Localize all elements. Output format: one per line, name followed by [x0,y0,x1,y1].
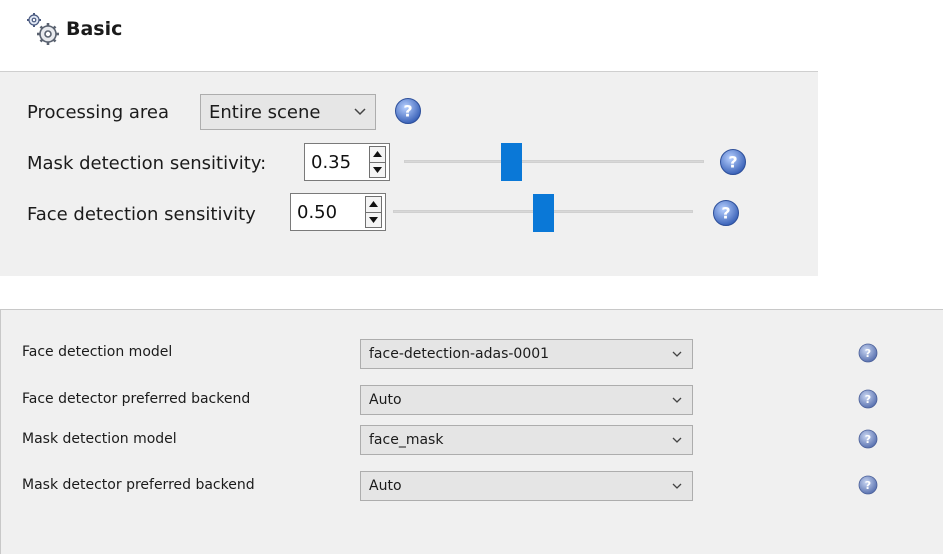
mask-detection-model-value: face_mask [369,432,444,448]
gears-icon [24,11,60,47]
chevron-down-icon [672,483,682,489]
mask-sensitivity-spinbox[interactable]: 0.35 [304,143,390,181]
face-detection-model-value: face-detection-adas-0001 [369,346,550,362]
svg-text:?: ? [865,479,871,492]
face-detector-backend-label: Face detector preferred backend [22,391,251,407]
face-detector-backend-value: Auto [369,392,402,408]
help-icon[interactable]: ? [858,343,878,363]
section-title: Basic [66,18,123,40]
processing-area-label: Processing area [27,102,169,123]
processing-area-value: Entire scene [209,101,321,123]
face-sensitivity-label: Face detection sensitivity [27,204,256,225]
face-detection-model-dropdown[interactable]: face-detection-adas-0001 [360,339,693,369]
svg-text:?: ? [728,153,737,172]
chevron-down-icon [672,351,682,357]
svg-text:?: ? [865,347,871,360]
spin-down-icon[interactable] [370,161,385,177]
mask-sensitivity-label: Mask detection sensitivity: [27,153,267,174]
face-sensitivity-spinbox[interactable]: 0.50 [290,193,386,231]
mask-detector-backend-label: Mask detector preferred backend [22,477,255,493]
chevron-down-icon [672,397,682,403]
svg-text:?: ? [865,433,871,446]
mask-sensitivity-value[interactable]: 0.35 [305,152,369,173]
svg-text:?: ? [865,393,871,406]
chevron-down-icon [354,108,366,116]
svg-text:?: ? [403,102,412,121]
mask-sensitivity-slider-thumb[interactable] [501,143,522,181]
face-sensitivity-slider-thumb[interactable] [533,194,554,232]
help-icon[interactable]: ? [858,475,878,495]
help-icon[interactable]: ? [858,429,878,449]
spin-down-icon[interactable] [366,211,381,227]
help-icon[interactable]: ? [858,389,878,409]
spin-up-icon[interactable] [370,147,385,162]
svg-text:?: ? [721,204,730,223]
chevron-down-icon [672,437,682,443]
face-detector-backend-dropdown[interactable]: Auto [360,385,693,415]
help-icon[interactable]: ? [719,148,747,176]
mask-sensitivity-slider-track[interactable] [404,160,704,163]
mask-detection-model-dropdown[interactable]: face_mask [360,425,693,455]
spin-up-icon[interactable] [366,197,381,212]
face-detection-model-label: Face detection model [22,344,173,360]
face-sensitivity-value[interactable]: 0.50 [291,202,365,223]
mask-detection-model-label: Mask detection model [22,431,177,447]
processing-area-dropdown[interactable]: Entire scene [200,94,376,130]
mask-detector-backend-value: Auto [369,478,402,494]
help-icon[interactable]: ? [712,199,740,227]
mask-detector-backend-dropdown[interactable]: Auto [360,471,693,501]
help-icon[interactable]: ? [394,97,422,125]
